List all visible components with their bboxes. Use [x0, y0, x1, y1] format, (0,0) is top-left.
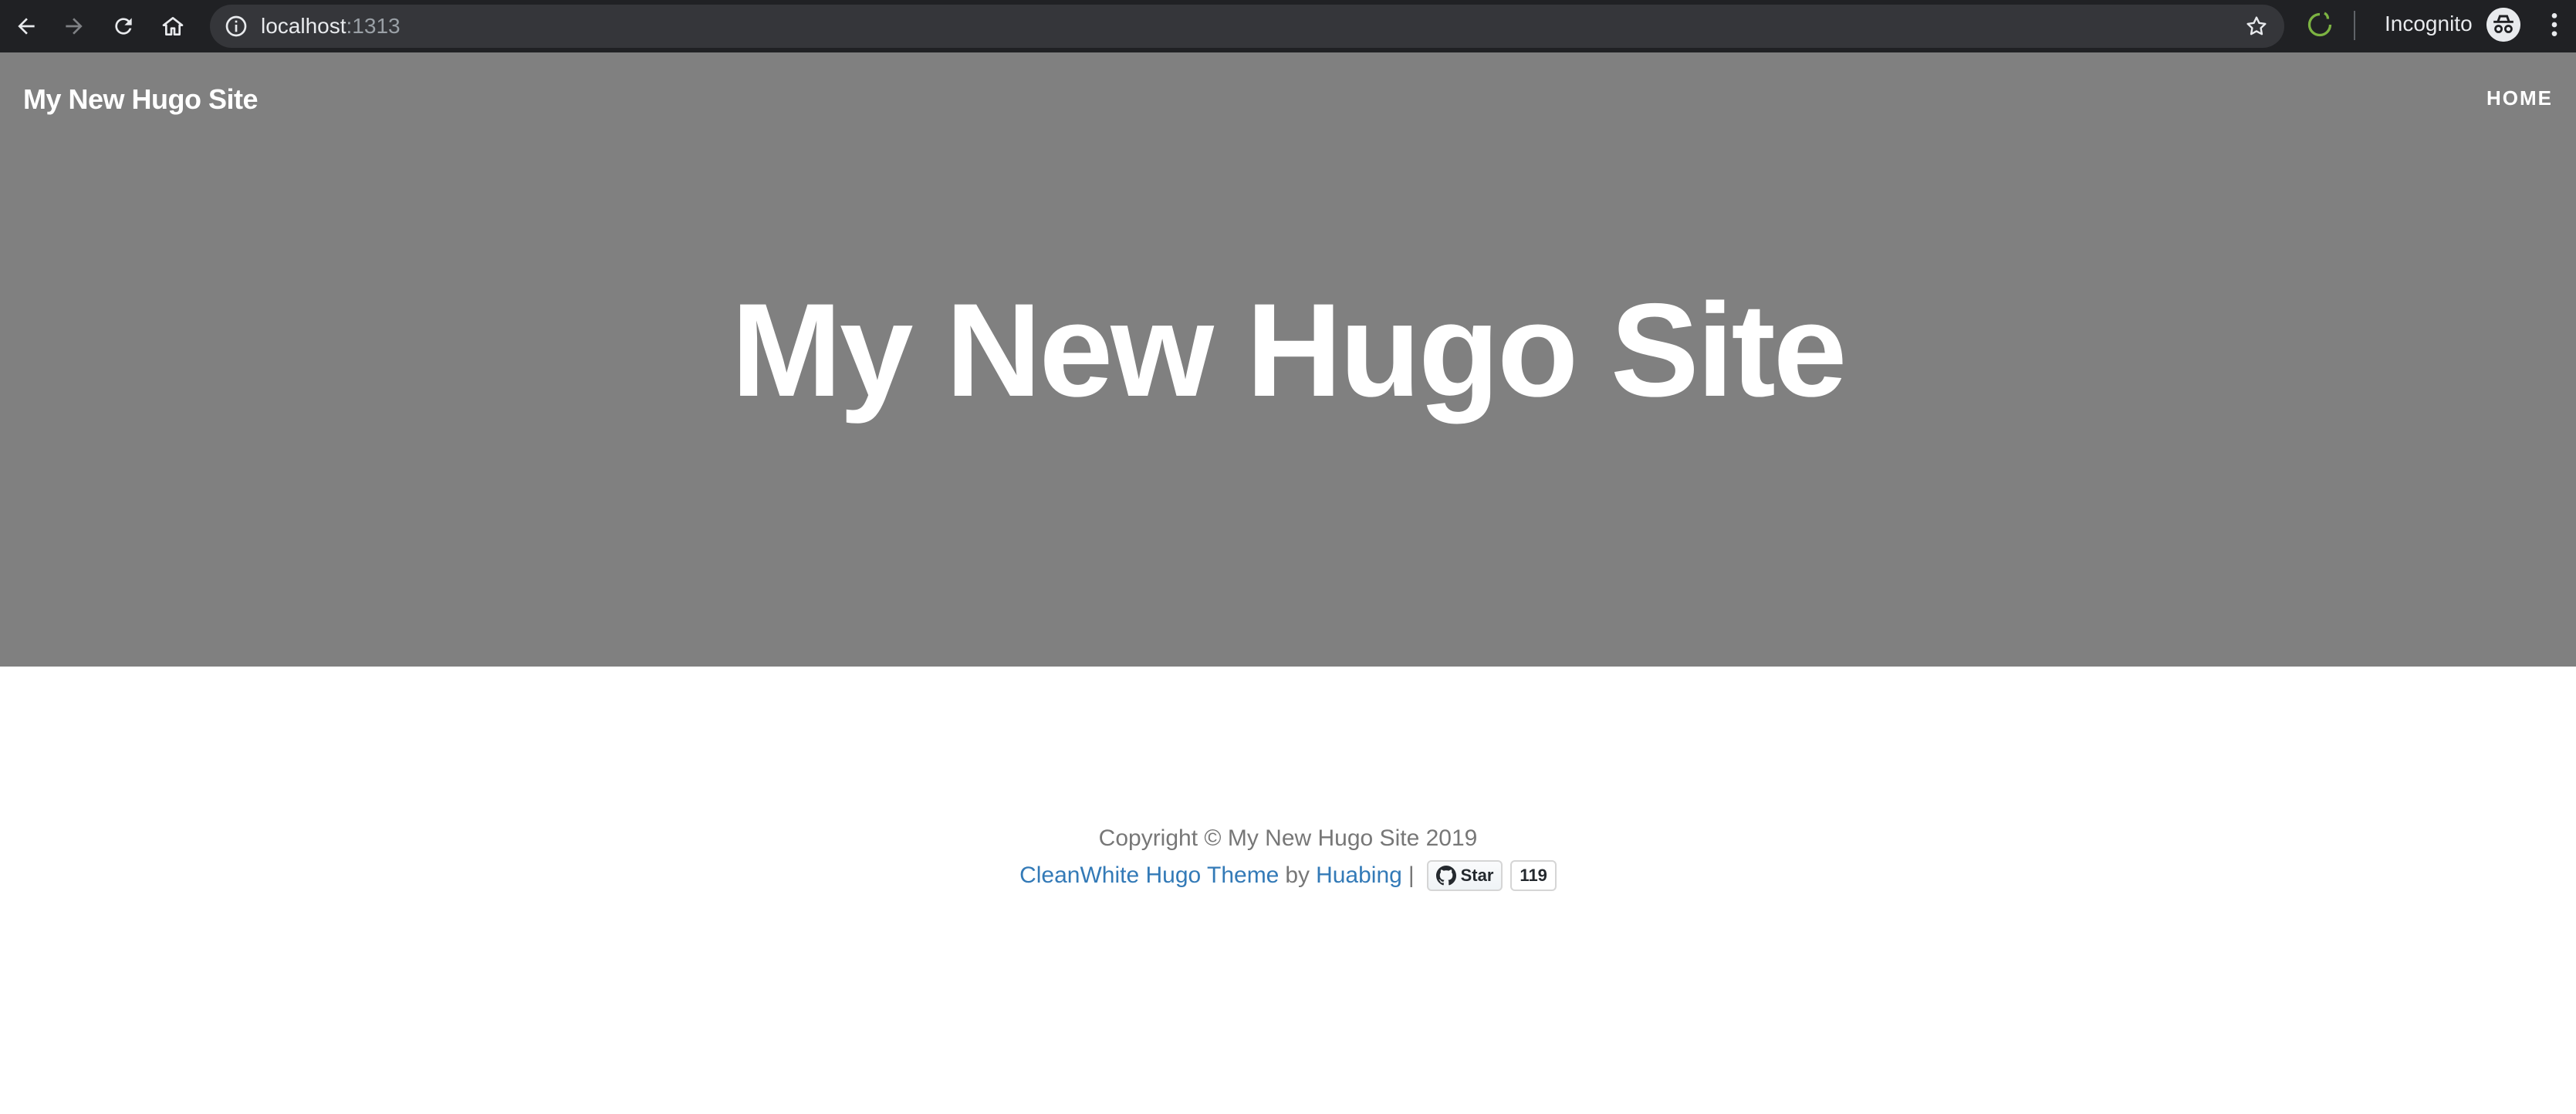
arrow-right-icon	[66, 18, 83, 35]
home-icon	[162, 17, 184, 35]
home-button[interactable]	[154, 8, 191, 45]
star-label: Star	[1460, 866, 1494, 885]
footer-credits: CleanWhite Hugo Theme by Huabing | Star …	[0, 858, 2576, 893]
reload-icon	[115, 18, 132, 35]
incognito-label: Incognito	[2385, 12, 2473, 35]
copyright-text: Copyright © My New Hugo Site 2019	[1098, 825, 1478, 851]
site-header: My New Hugo Site HOME My New Hugo Site	[0, 52, 2576, 667]
hero-title: My New Hugo Site	[731, 276, 1847, 424]
info-icon[interactable]	[224, 14, 248, 39]
url-text[interactable]: localhost:1313	[261, 5, 401, 48]
by-text: by	[1285, 863, 1310, 888]
forward-button[interactable]	[56, 8, 93, 45]
github-star-button[interactable]: Star	[1426, 860, 1503, 891]
url-host: localhost	[261, 14, 347, 38]
arrow-left-icon	[18, 18, 35, 35]
browser-toolbar: localhost:1313 Incognito	[0, 0, 2576, 52]
address-bar[interactable]: localhost:1313	[210, 5, 2284, 48]
github-icon	[1435, 866, 1456, 886]
site-footer: Copyright © My New Hugo Site 2019 CleanW…	[0, 822, 2576, 893]
incognito-icon[interactable]	[2486, 8, 2520, 42]
author-link[interactable]: Huabing	[1316, 858, 1402, 893]
star-icon[interactable]	[2244, 14, 2269, 39]
theme-link[interactable]: CleanWhite Hugo Theme	[1019, 858, 1279, 893]
url-port: :1313	[346, 14, 401, 38]
footer-separator: |	[1408, 863, 1415, 888]
toolbar-divider	[2354, 11, 2355, 40]
back-button[interactable]	[8, 8, 45, 45]
site-brand-link[interactable]: My New Hugo Site	[23, 83, 259, 116]
reload-button[interactable]	[105, 8, 142, 45]
nav-item-home[interactable]: HOME	[2486, 86, 2553, 110]
extension-icon[interactable]	[2306, 11, 2334, 39]
kebab-menu-icon[interactable]	[2539, 9, 2570, 40]
star-count[interactable]: 119	[1510, 860, 1557, 891]
